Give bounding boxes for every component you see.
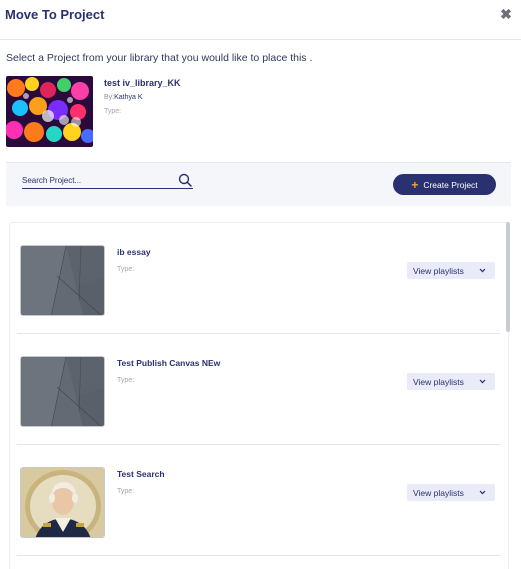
- view-playlists-label: View playlists: [413, 487, 464, 498]
- view-playlists-button[interactable]: View playlists: [407, 484, 495, 501]
- create-project-button[interactable]: + Create Project: [393, 174, 496, 195]
- project-name: ib essay: [117, 247, 151, 257]
- author-name: Kathya K: [114, 94, 143, 101]
- project-name: Test Search: [117, 469, 165, 479]
- dialog-header: Move To Project ✖: [0, 0, 521, 40]
- list-scrollbar[interactable]: [506, 222, 510, 332]
- search-icon[interactable]: [178, 173, 192, 187]
- create-project-label: Create Project: [423, 179, 478, 190]
- project-row[interactable]: ib essay Type: View playlists: [17, 223, 500, 334]
- source-item-author: By:Kathya K: [104, 94, 143, 101]
- source-thumbnail: [6, 76, 93, 147]
- close-icon[interactable]: ✖: [499, 6, 513, 22]
- plus-icon: +: [411, 177, 419, 192]
- search-input[interactable]: [22, 173, 193, 189]
- project-thumbnail: [20, 356, 105, 427]
- project-row[interactable]: Test Publish Canvas NEw Type: View playl…: [17, 334, 500, 445]
- view-playlists-button[interactable]: View playlists: [407, 262, 495, 279]
- project-thumbnail: [20, 467, 105, 538]
- project-list[interactable]: ib essay Type: View playlists Test Publi…: [9, 222, 509, 569]
- view-playlists-label: View playlists: [413, 265, 464, 276]
- project-type: Type:: [117, 377, 135, 384]
- source-item-name: test iv_library_KK: [104, 78, 181, 88]
- chevron-down-icon: [479, 379, 486, 384]
- instruction-text: Select a Project from your library that …: [6, 52, 313, 64]
- project-name: Test Publish Canvas NEw: [117, 358, 221, 368]
- author-label: By:: [104, 94, 115, 101]
- chevron-down-icon: [479, 490, 486, 495]
- view-playlists-button[interactable]: View playlists: [407, 373, 495, 390]
- view-playlists-label: View playlists: [413, 376, 464, 387]
- project-type: Type:: [117, 266, 135, 273]
- source-item-type: Type:: [104, 108, 122, 115]
- chevron-down-icon: [479, 268, 486, 273]
- source-item: test iv_library_KK By:Kathya K Type:: [6, 76, 516, 150]
- project-row[interactable]: Test Search Type: View playlists: [17, 445, 500, 556]
- dialog-title: Move To Project: [5, 7, 105, 22]
- project-thumbnail: [20, 245, 105, 316]
- project-type: Type:: [117, 488, 135, 495]
- move-to-project-dialog: Move To Project ✖ Select a Project from …: [0, 0, 521, 569]
